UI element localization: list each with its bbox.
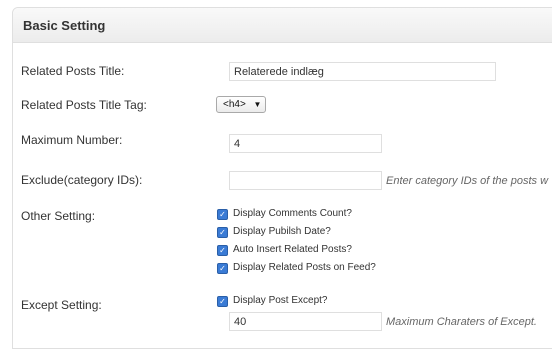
title-tag-value: <h4> (223, 99, 246, 110)
checkmark-icon[interactable]: ✓ (217, 227, 228, 238)
except-hint: Maximum Charaters of Except. (386, 316, 537, 328)
option-display-on-feed[interactable]: ✓ Display Related Posts on Feed? (217, 262, 376, 274)
chevron-down-icon: ▼ (253, 100, 262, 109)
checkmark-icon[interactable]: ✓ (217, 263, 228, 274)
option-auto-insert[interactable]: ✓ Auto Insert Related Posts? (217, 244, 352, 256)
option-label: Display Comments Count? (233, 208, 352, 219)
exclude-input[interactable] (229, 171, 382, 190)
section-title: Basic Setting (23, 18, 106, 33)
option-publish-date[interactable]: ✓ Display Pubilsh Date? (217, 226, 331, 238)
except-setting-label: Except Setting: (21, 298, 102, 312)
except-length-input[interactable] (229, 312, 382, 331)
other-setting-label: Other Setting: (21, 209, 96, 223)
title-tag-label: Related Posts Title Tag: (21, 98, 147, 112)
checkmark-icon[interactable]: ✓ (217, 209, 228, 220)
option-comments-count[interactable]: ✓ Display Comments Count? (217, 208, 352, 220)
option-label: Display Pubilsh Date? (233, 226, 331, 237)
checkmark-icon[interactable]: ✓ (217, 245, 228, 256)
title-tag-select[interactable]: <h4> ▼ (216, 96, 266, 113)
related-title-input[interactable] (229, 62, 496, 81)
panel-header: Basic Setting (13, 8, 552, 43)
max-number-input[interactable] (229, 134, 382, 153)
related-title-label: Related Posts Title: (21, 64, 125, 78)
option-label: Auto Insert Related Posts? (233, 244, 352, 255)
exclude-hint: Enter category IDs of the posts w (386, 175, 549, 187)
exclude-label: Exclude(category IDs): (21, 173, 143, 187)
option-label: Display Post Except? (233, 295, 328, 306)
option-label: Display Related Posts on Feed? (233, 262, 376, 273)
option-post-except[interactable]: ✓ Display Post Except? (217, 295, 328, 307)
checkmark-icon[interactable]: ✓ (217, 296, 228, 307)
max-number-label: Maximum Number: (21, 133, 123, 147)
